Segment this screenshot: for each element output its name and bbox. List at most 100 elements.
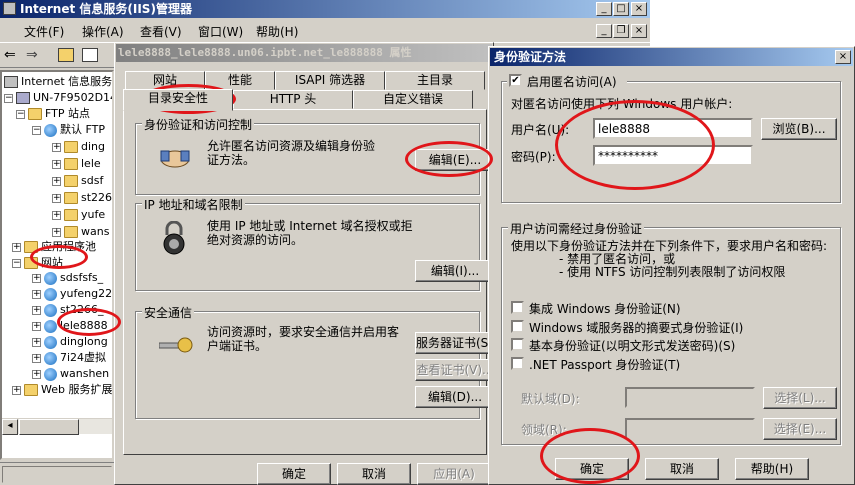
expand-icon[interactable]: + xyxy=(12,242,21,252)
minimize-button[interactable]: _ xyxy=(596,2,612,16)
expand-icon[interactable]: + xyxy=(52,176,61,186)
collapse-icon[interactable]: − xyxy=(4,93,13,103)
tab-http-headers[interactable]: HTTP 头 xyxy=(233,90,353,109)
digest-auth-label[interactable]: Windows 域服务器的摘要式身份验证(I) xyxy=(529,319,743,336)
view-cert-button[interactable]: 查看证书(V)... xyxy=(415,359,495,381)
collapse-icon[interactable]: − xyxy=(12,258,21,268)
browse-button[interactable]: 浏览(B)... xyxy=(761,118,837,140)
anonymous-checkbox[interactable]: ✔ xyxy=(509,74,522,87)
close-button[interactable]: × xyxy=(631,2,647,16)
tree-website-item-selected[interactable]: + lele8888 xyxy=(32,318,108,334)
expand-icon[interactable]: + xyxy=(32,369,41,379)
realm-input[interactable] xyxy=(625,418,755,439)
expand-icon[interactable]: + xyxy=(32,273,41,283)
select-domain-button[interactable]: 选择(L)... xyxy=(763,387,837,409)
username-label: 用户名(U): xyxy=(511,123,570,137)
auth-help-button[interactable]: 帮助(H) xyxy=(735,458,809,480)
props-ok-button[interactable]: 确定 xyxy=(257,463,331,485)
username-input[interactable]: lele8888 xyxy=(593,118,753,139)
tab-website[interactable]: 网站 xyxy=(125,71,205,90)
mdi-restore-button[interactable]: ❐ xyxy=(613,24,629,38)
auth-ok-button[interactable]: 确定 xyxy=(555,458,629,480)
tree-ftp-sites[interactable]: − FTP 站点 xyxy=(16,106,90,122)
menu-window[interactable]: 窗口(W) xyxy=(198,23,243,40)
passport-auth-checkbox[interactable] xyxy=(511,357,524,370)
collapse-icon[interactable]: − xyxy=(32,125,41,135)
tree-ftp-item[interactable]: + ding xyxy=(52,139,105,155)
tree-websites[interactable]: − 网站 xyxy=(12,255,63,271)
tree-website-item[interactable]: + st2266_ xyxy=(32,302,104,318)
auth-close-button[interactable]: × xyxy=(835,50,851,64)
password-label: 密码(P): xyxy=(511,150,556,164)
tree-ftp-item[interactable]: + st226 xyxy=(52,190,112,206)
menu-file[interactable]: 文件(F) xyxy=(24,23,64,40)
scroll-left-icon[interactable]: ◂ xyxy=(2,419,18,435)
folder-icon xyxy=(64,141,78,153)
show-hide-tree-icon[interactable] xyxy=(82,48,98,62)
tree-website-item[interactable]: + dinglong xyxy=(32,334,108,350)
expand-icon[interactable]: + xyxy=(52,193,61,203)
expand-icon[interactable]: + xyxy=(32,337,41,347)
back-icon[interactable]: ⇐ xyxy=(4,47,16,63)
tree-website-item[interactable]: + sdsfsfs_ xyxy=(32,270,103,286)
password-input[interactable]: ********** xyxy=(593,145,753,166)
expand-icon[interactable]: + xyxy=(32,353,41,363)
tab-performance[interactable]: 性能 xyxy=(205,71,275,90)
tree-server[interactable]: −UN-7F9502D149D xyxy=(4,90,112,106)
expand-icon[interactable]: + xyxy=(52,142,61,152)
ip-edit-button[interactable]: 编辑(I)... xyxy=(415,260,495,282)
tab-custom-errors[interactable]: 自定义错误 xyxy=(353,90,473,109)
default-domain-input[interactable] xyxy=(625,387,755,408)
integrated-auth-checkbox[interactable] xyxy=(511,301,524,314)
auth-cancel-button[interactable]: 取消 xyxy=(645,458,719,480)
default-domain-label: 默认域(D): xyxy=(521,392,580,406)
maximize-button[interactable]: □ xyxy=(613,2,629,16)
tree-default-ftp[interactable]: − 默认 FTP xyxy=(32,122,105,138)
tree-ftp-item[interactable]: + yufe xyxy=(52,207,105,223)
auth-edit-button[interactable]: 编辑(E)... xyxy=(415,149,495,171)
tab-directory-security[interactable]: 目录安全性 xyxy=(123,89,233,111)
scroll-thumb[interactable] xyxy=(19,419,79,435)
menu-help[interactable]: 帮助(H) xyxy=(256,23,298,40)
tree-hscrollbar[interactable]: ◂ xyxy=(2,418,112,435)
expand-icon[interactable]: + xyxy=(32,305,41,315)
menu-action[interactable]: 操作(A) xyxy=(82,23,124,40)
tree-root[interactable]: Internet 信息服务 xyxy=(4,74,112,90)
expand-icon[interactable]: + xyxy=(32,289,41,299)
tree-ftp-item[interactable]: + sdsf xyxy=(52,173,103,189)
tree-ftp-item[interactable]: + wans xyxy=(52,224,109,240)
expand-icon[interactable]: + xyxy=(12,385,21,395)
tree-ftp-item[interactable]: + lele xyxy=(52,156,101,172)
expand-icon[interactable]: + xyxy=(52,227,61,237)
basic-auth-label[interactable]: 基本身份验证(以明文形式发送密码)(S) xyxy=(529,337,735,354)
expand-icon[interactable]: + xyxy=(32,321,41,331)
folder-icon xyxy=(64,158,78,170)
props-apply-button[interactable]: 应用(A) xyxy=(417,463,491,485)
tab-isapi-filters[interactable]: ISAPI 筛选器 xyxy=(275,71,385,90)
props-cancel-button[interactable]: 取消 xyxy=(337,463,411,485)
mdi-minimize-button[interactable]: _ xyxy=(596,24,612,38)
integrated-auth-label[interactable]: 集成 Windows 身份验证(N) xyxy=(529,300,681,317)
forward-icon[interactable]: ⇒ xyxy=(26,47,38,63)
tree-website-item[interactable]: + wanshen xyxy=(32,366,109,382)
up-folder-icon[interactable] xyxy=(58,48,74,62)
tab-home-directory[interactable]: 主目录 xyxy=(385,71,485,90)
tree-app-pools[interactable]: + 应用程序池 xyxy=(12,239,96,255)
secure-edit-button[interactable]: 编辑(D)... xyxy=(415,386,495,408)
tree-website-item[interactable]: +7i24虚拟 xyxy=(32,350,106,366)
mdi-close-button[interactable]: × xyxy=(631,24,647,38)
menu-view[interactable]: 查看(V) xyxy=(140,23,182,40)
expand-icon[interactable]: + xyxy=(52,210,61,220)
tree-website-item[interactable]: + yufeng22 xyxy=(32,286,112,302)
expand-icon[interactable]: + xyxy=(52,159,61,169)
select-realm-button[interactable]: 选择(E)... xyxy=(763,418,837,440)
collapse-icon[interactable]: − xyxy=(16,109,25,119)
anonymous-checkbox-wrap[interactable]: ✔ 启用匿名访问(A) xyxy=(507,73,627,89)
tree-web-ext[interactable]: + Web 服务扩展 xyxy=(12,382,112,398)
passport-auth-label[interactable]: .NET Passport 身份验证(T) xyxy=(529,356,680,373)
ip-group-title: IP 地址和域名限制 xyxy=(142,196,245,213)
anonymous-label[interactable]: 启用匿名访问(A) xyxy=(527,73,617,90)
digest-auth-checkbox[interactable] xyxy=(511,320,524,333)
basic-auth-checkbox[interactable] xyxy=(511,338,524,351)
server-cert-button[interactable]: 服务器证书(S)... xyxy=(415,332,495,354)
